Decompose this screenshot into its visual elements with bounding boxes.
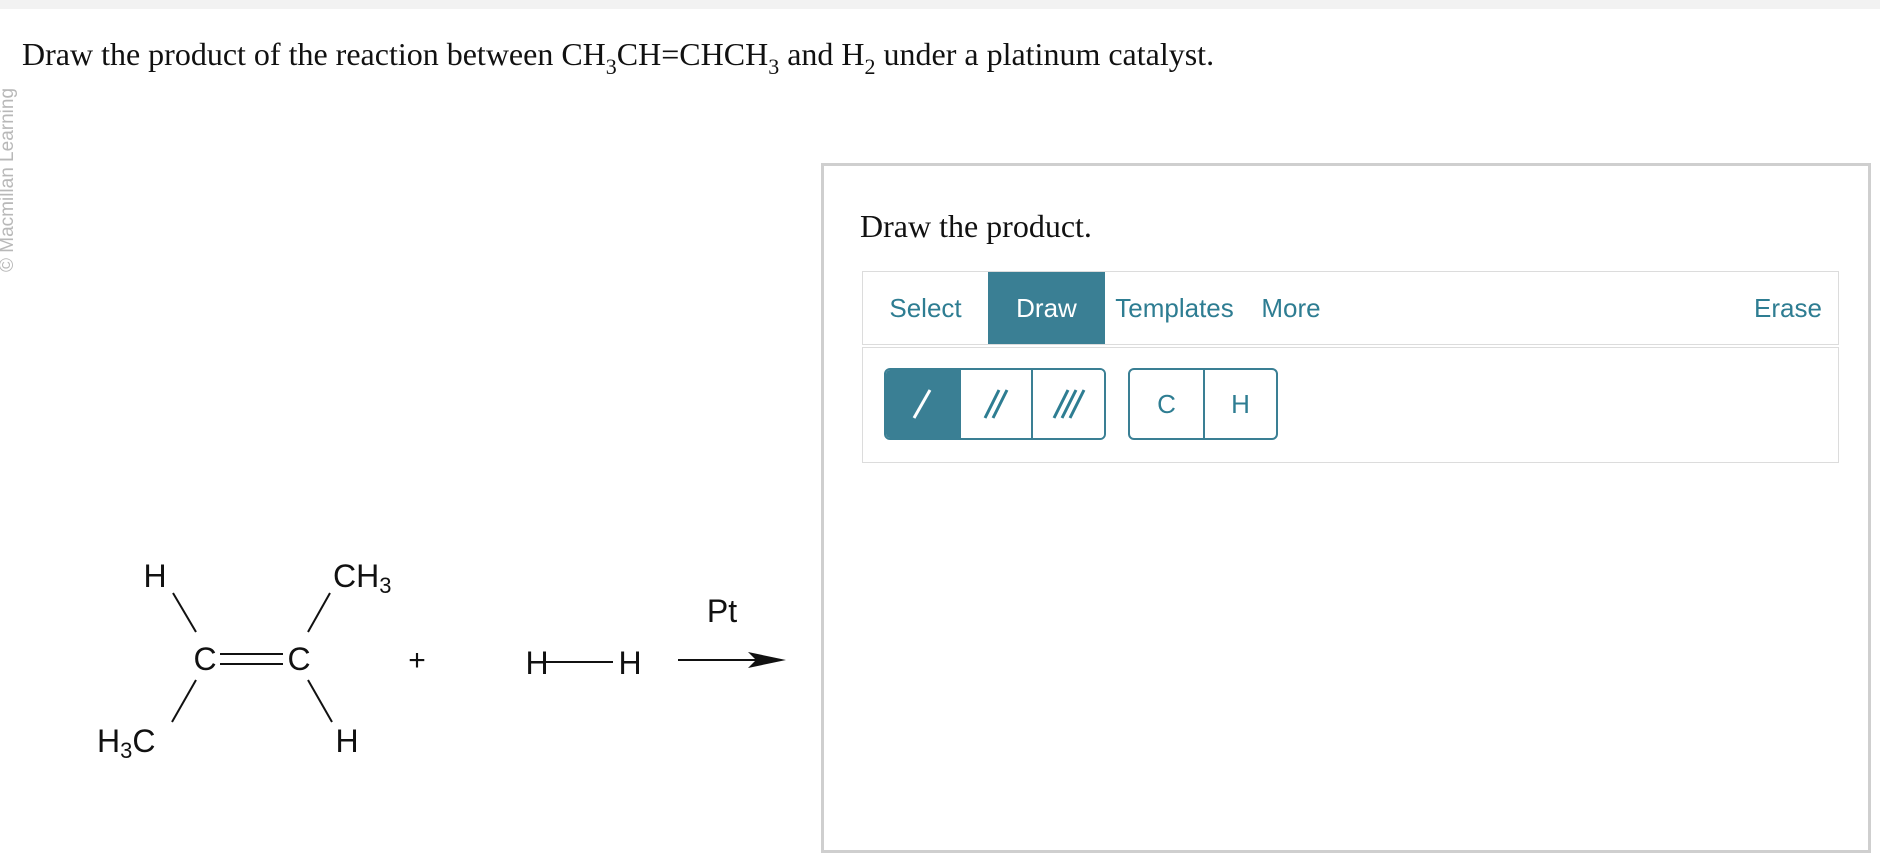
double-bond-icon bbox=[983, 389, 1009, 419]
question-part-2: CH=CHCH bbox=[616, 36, 769, 72]
tab-select[interactable]: Select bbox=[863, 272, 988, 344]
atom-c-right: C bbox=[287, 641, 310, 677]
tab-templates[interactable]: Templates bbox=[1107, 272, 1242, 344]
question-sub-1: 3 bbox=[605, 54, 617, 79]
side-credit: © Macmillan Learning bbox=[0, 87, 18, 272]
single-bond-icon bbox=[913, 389, 932, 419]
atom-h3c-bottom-left: H3C bbox=[97, 723, 155, 763]
erase-button[interactable]: Erase bbox=[1743, 272, 1833, 344]
question-text: Draw the product of the reaction between… bbox=[22, 36, 1215, 78]
drawing-toolbar: Select Draw Templates More Erase bbox=[862, 271, 1839, 345]
bond-ch3-c-right bbox=[307, 592, 331, 633]
question-sub-2: 3 bbox=[768, 54, 780, 79]
bond-c-left-h3c bbox=[171, 679, 197, 723]
double-bond-button[interactable] bbox=[958, 370, 1032, 438]
drawing-panel: Draw the product. Select Draw Templates … bbox=[821, 163, 1871, 853]
atom-h-button[interactable]: H bbox=[1203, 370, 1276, 438]
atom-ch3-top-right: CH3 bbox=[333, 558, 391, 598]
atom-h2-left: H bbox=[525, 645, 548, 681]
triple-bond-icon bbox=[1052, 389, 1085, 419]
plus-sign: + bbox=[408, 644, 426, 677]
reaction-scheme: H CH3 C C H3C H + H H Pt bbox=[97, 558, 786, 763]
atom-c-left: C bbox=[193, 641, 216, 677]
top-strip bbox=[0, 0, 1880, 9]
catalyst-label: Pt bbox=[707, 593, 737, 629]
atom-c-button[interactable]: C bbox=[1130, 370, 1203, 438]
atom-h-bottom-right: H bbox=[335, 723, 358, 759]
atom-h-top-left: H bbox=[143, 558, 166, 594]
triple-bond-button[interactable] bbox=[1031, 370, 1104, 438]
question-part-1: Draw the product of the reaction between… bbox=[22, 36, 606, 72]
panel-title: Draw the product. bbox=[860, 208, 1092, 244]
bond-h-c-left bbox=[172, 592, 197, 633]
bond-tool-group bbox=[884, 368, 1106, 440]
bond-c-right-h bbox=[307, 679, 333, 723]
question-sub-3: 2 bbox=[864, 54, 876, 79]
question-part-4: under a platinum catalyst. bbox=[875, 36, 1215, 72]
atom-h2-right: H bbox=[618, 645, 641, 681]
question-part-3: and H bbox=[779, 36, 865, 72]
tool-palette: C H bbox=[862, 347, 1839, 463]
single-bond-button[interactable] bbox=[886, 370, 959, 438]
atom-tool-group: C H bbox=[1128, 368, 1278, 440]
tab-draw[interactable]: Draw bbox=[988, 272, 1105, 344]
tab-more[interactable]: More bbox=[1246, 272, 1336, 344]
